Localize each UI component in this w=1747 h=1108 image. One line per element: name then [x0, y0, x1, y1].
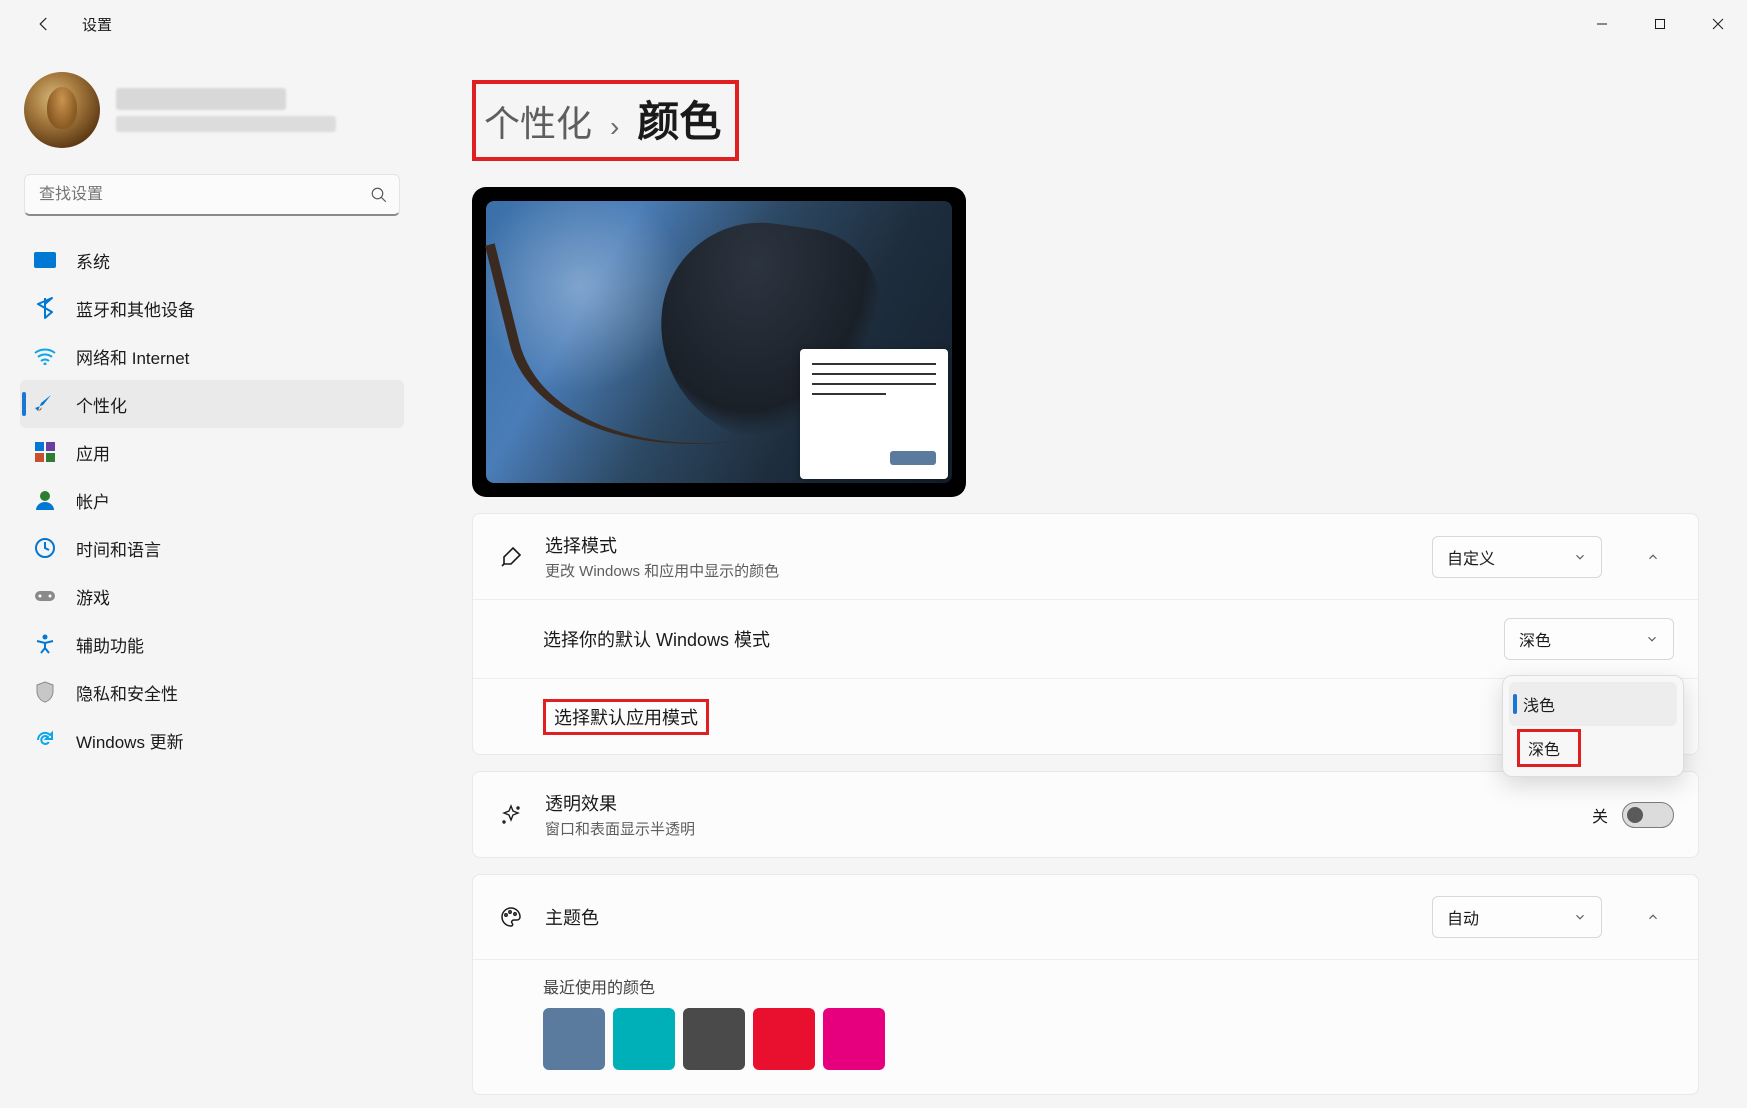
color-swatch[interactable] — [543, 1008, 605, 1070]
sidebar-item-label: 应用 — [76, 440, 110, 465]
profile-name-redacted — [116, 88, 286, 110]
app-title: 设置 — [82, 14, 112, 35]
row-desc: 窗口和表面显示半透明 — [545, 818, 695, 839]
display-icon — [34, 249, 56, 271]
sidebar-item-label: 隐私和安全性 — [76, 680, 178, 705]
close-button[interactable] — [1689, 0, 1747, 48]
sidebar-item-accessibility[interactable]: 辅助功能 — [20, 620, 404, 668]
chevron-down-icon — [1573, 910, 1587, 924]
sidebar-item-label: 游戏 — [76, 584, 110, 609]
combo-value: 深色 — [1519, 627, 1551, 651]
breadcrumb-parent[interactable]: 个性化 — [484, 95, 592, 147]
minimize-icon — [1596, 18, 1608, 30]
chevron-down-icon — [1645, 632, 1659, 646]
maximize-button[interactable] — [1631, 0, 1689, 48]
sidebar-item-system[interactable]: 系统 — [20, 236, 404, 284]
sidebar-item-label: 时间和语言 — [76, 536, 161, 561]
combo-value: 自动 — [1447, 905, 1479, 929]
recent-colors-block: 最近使用的颜色 — [473, 959, 1698, 1094]
expand-mode-button[interactable] — [1632, 536, 1674, 578]
dropdown-option-light[interactable]: 浅色 — [1509, 682, 1677, 726]
row-desc: 更改 Windows 和应用中显示的颜色 — [545, 560, 779, 581]
row-title: 选择模式 — [545, 532, 779, 558]
combo-value: 自定义 — [1447, 545, 1495, 569]
color-swatch[interactable] — [683, 1008, 745, 1070]
apps-icon — [34, 441, 56, 463]
minimize-button[interactable] — [1573, 0, 1631, 48]
sparkle-icon — [497, 803, 525, 827]
chevron-down-icon — [1573, 550, 1587, 564]
page-title: 颜色 — [637, 88, 721, 149]
close-icon — [1712, 18, 1724, 30]
row-accent-color: 主题色 自动 — [473, 875, 1698, 959]
wifi-icon — [34, 345, 56, 367]
window-preview — [800, 349, 948, 479]
color-swatch[interactable] — [753, 1008, 815, 1070]
sidebar-item-label: 帐户 — [76, 488, 110, 513]
option-label: 浅色 — [1523, 692, 1555, 716]
avatar — [24, 72, 100, 148]
theme-preview — [472, 187, 966, 497]
sidebar-item-label: 系统 — [76, 248, 110, 273]
accessibility-icon — [34, 633, 56, 655]
sidebar-item-label: Windows 更新 — [76, 728, 184, 753]
shield-icon — [34, 681, 56, 703]
profile-email-redacted — [116, 116, 336, 132]
sidebar-item-bluetooth[interactable]: 蓝牙和其他设备 — [20, 284, 404, 332]
windows-mode-combobox[interactable]: 深色 — [1504, 618, 1674, 660]
sidebar-item-label: 网络和 Internet — [76, 344, 189, 369]
row-title: 主题色 — [545, 904, 599, 930]
sidebar-item-time-language[interactable]: 时间和语言 — [20, 524, 404, 572]
gamepad-icon — [34, 585, 56, 607]
chevron-up-icon — [1646, 550, 1660, 564]
row-windows-mode: 选择你的默认 Windows 模式 深色 — [473, 599, 1698, 678]
arrow-left-icon — [35, 15, 53, 33]
paintbrush-icon — [34, 393, 56, 415]
row-title: 选择默认应用模式 — [543, 699, 709, 735]
option-label: 深色 — [1517, 729, 1581, 767]
profile-block[interactable] — [24, 72, 404, 148]
accent-combobox[interactable]: 自动 — [1432, 896, 1602, 938]
sidebar-item-label: 蓝牙和其他设备 — [76, 296, 195, 321]
chevron-right-icon: › — [610, 111, 619, 143]
sidebar-item-label: 辅助功能 — [76, 632, 144, 657]
brush-icon — [497, 545, 525, 569]
sidebar-item-windows-update[interactable]: Windows 更新 — [20, 716, 404, 764]
person-icon — [34, 489, 56, 511]
row-transparency: 透明效果 窗口和表面显示半透明 关 — [473, 772, 1698, 857]
sidebar-item-label: 个性化 — [76, 392, 127, 417]
sidebar-item-network[interactable]: 网络和 Internet — [20, 332, 404, 380]
row-choose-mode: 选择模式 更改 Windows 和应用中显示的颜色 自定义 — [473, 514, 1698, 599]
update-icon — [34, 729, 56, 751]
search-input[interactable] — [24, 174, 400, 216]
sidebar-item-gaming[interactable]: 游戏 — [20, 572, 404, 620]
sidebar-item-privacy[interactable]: 隐私和安全性 — [20, 668, 404, 716]
color-swatch[interactable] — [823, 1008, 885, 1070]
sidebar-item-apps[interactable]: 应用 — [20, 428, 404, 476]
chevron-up-icon — [1646, 910, 1660, 924]
bluetooth-icon — [34, 297, 56, 319]
maximize-icon — [1654, 18, 1666, 30]
mode-combobox[interactable]: 自定义 — [1432, 536, 1602, 578]
palette-icon — [497, 905, 525, 929]
dropdown-option-dark[interactable]: 深色 — [1509, 726, 1677, 770]
color-swatch[interactable] — [613, 1008, 675, 1070]
breadcrumb: 个性化 › 颜色 — [472, 80, 739, 161]
row-app-mode: 选择默认应用模式 浅色 深色 — [473, 678, 1698, 754]
sidebar-item-accounts[interactable]: 帐户 — [20, 476, 404, 524]
transparency-toggle[interactable] — [1622, 802, 1674, 828]
app-mode-dropdown[interactable]: 浅色 深色 — [1502, 675, 1684, 777]
toggle-state-label: 关 — [1592, 803, 1608, 827]
back-button[interactable] — [24, 4, 64, 44]
search-box[interactable] — [24, 174, 400, 216]
expand-accent-button[interactable] — [1632, 896, 1674, 938]
clock-globe-icon — [34, 537, 56, 559]
row-title: 透明效果 — [545, 790, 695, 816]
sidebar-item-personalization[interactable]: 个性化 — [20, 380, 404, 428]
row-title: 选择你的默认 Windows 模式 — [543, 626, 770, 652]
recent-colors-title: 最近使用的颜色 — [543, 974, 1674, 998]
